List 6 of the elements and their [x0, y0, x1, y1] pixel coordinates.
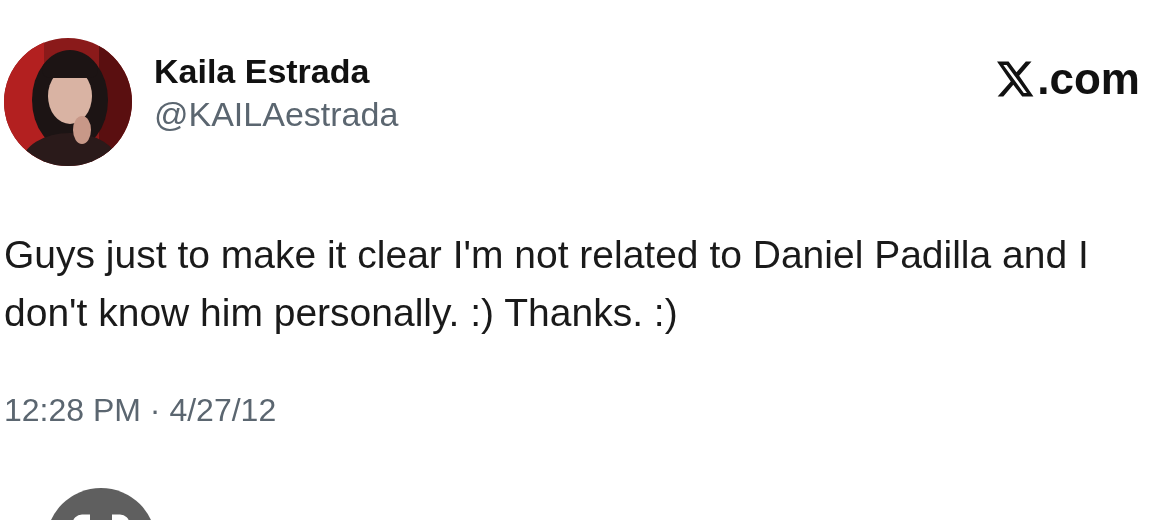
author-name: Kaila Estrada	[154, 52, 371, 91]
author-handle: @KAILAestrada	[154, 95, 400, 134]
tweet-text: Guys just to make it clear I'm not related to Daniel Padilla and I don't know him personally. :) Thanks. :)	[4, 232, 1090, 336]
site-label: .com	[1037, 54, 1140, 104]
tweet-timestamp: 12:28 PM · 4/27/12	[4, 392, 278, 429]
x-logo-icon	[997, 61, 1036, 97]
